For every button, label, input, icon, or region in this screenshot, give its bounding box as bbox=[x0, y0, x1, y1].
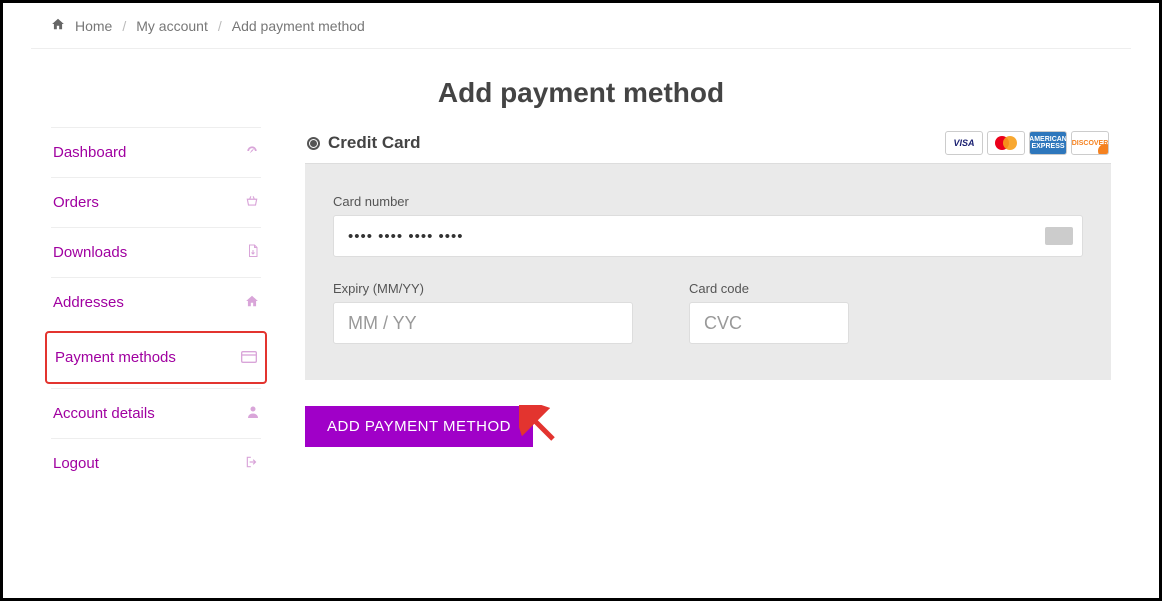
sidebar-item-downloads[interactable]: Downloads bbox=[51, 227, 261, 277]
sidebar-item-logout[interactable]: Logout bbox=[51, 438, 261, 488]
basket-icon bbox=[241, 194, 259, 211]
breadcrumb-home[interactable]: Home bbox=[75, 18, 112, 34]
card-number-label: Card number bbox=[333, 194, 1083, 209]
sidebar-item-orders[interactable]: Orders bbox=[51, 177, 261, 227]
card-number-mask: •••• •••• •••• •••• bbox=[348, 216, 464, 256]
dashboard-icon bbox=[241, 144, 259, 161]
card-number-input[interactable]: •••• •••• •••• •••• bbox=[333, 215, 1083, 257]
breadcrumb-current: Add payment method bbox=[232, 18, 365, 34]
sidebar-item-label: Downloads bbox=[53, 244, 127, 261]
payment-option-row[interactable]: Credit Card VISA AMERICANEXPRESS DISCOVE… bbox=[305, 127, 1111, 164]
sidebar-item-label: Orders bbox=[53, 194, 99, 211]
card-placeholder-icon bbox=[1045, 227, 1073, 245]
logout-icon bbox=[241, 455, 259, 472]
user-icon bbox=[241, 405, 259, 422]
breadcrumb-separator: / bbox=[122, 18, 126, 34]
expiry-label: Expiry (MM/YY) bbox=[333, 281, 633, 296]
home-icon bbox=[241, 294, 259, 311]
breadcrumb-my-account[interactable]: My account bbox=[136, 18, 208, 34]
expiry-input[interactable] bbox=[333, 302, 633, 344]
radio-credit-card[interactable] bbox=[307, 137, 320, 150]
mastercard-icon bbox=[987, 131, 1025, 155]
page-title: Add payment method bbox=[31, 77, 1131, 109]
visa-icon: VISA bbox=[945, 131, 983, 155]
home-icon bbox=[51, 17, 65, 34]
sidebar-item-label: Dashboard bbox=[53, 144, 126, 161]
sidebar-item-label: Payment methods bbox=[55, 349, 176, 366]
account-sidebar: Dashboard Orders Downloads Addresses bbox=[51, 127, 261, 488]
sidebar-item-dashboard[interactable]: Dashboard bbox=[51, 127, 261, 177]
sidebar-item-label: Addresses bbox=[53, 294, 124, 311]
sidebar-item-label: Account details bbox=[53, 405, 155, 422]
sidebar-item-payment-methods[interactable]: Payment methods bbox=[45, 331, 267, 384]
main-content: Credit Card VISA AMERICANEXPRESS DISCOVE… bbox=[305, 127, 1111, 488]
sidebar-item-addresses[interactable]: Addresses bbox=[51, 277, 261, 327]
discover-icon: DISCOVER bbox=[1071, 131, 1109, 155]
amex-icon: AMERICANEXPRESS bbox=[1029, 131, 1067, 155]
card-brand-logos: VISA AMERICANEXPRESS DISCOVER bbox=[945, 131, 1109, 155]
add-payment-method-button[interactable]: ADD PAYMENT METHOD bbox=[305, 406, 533, 447]
sidebar-item-label: Logout bbox=[53, 455, 99, 472]
cvc-label: Card code bbox=[689, 281, 849, 296]
payment-option-label: Credit Card bbox=[328, 133, 421, 153]
credit-card-icon bbox=[239, 350, 257, 366]
file-icon bbox=[241, 244, 259, 261]
breadcrumb-separator: / bbox=[218, 18, 222, 34]
sidebar-item-account-details[interactable]: Account details bbox=[51, 388, 261, 438]
breadcrumb: Home / My account / Add payment method bbox=[31, 3, 1131, 49]
card-form-panel: Card number •••• •••• •••• •••• Expiry (… bbox=[305, 164, 1111, 380]
cvc-input[interactable] bbox=[689, 302, 849, 344]
